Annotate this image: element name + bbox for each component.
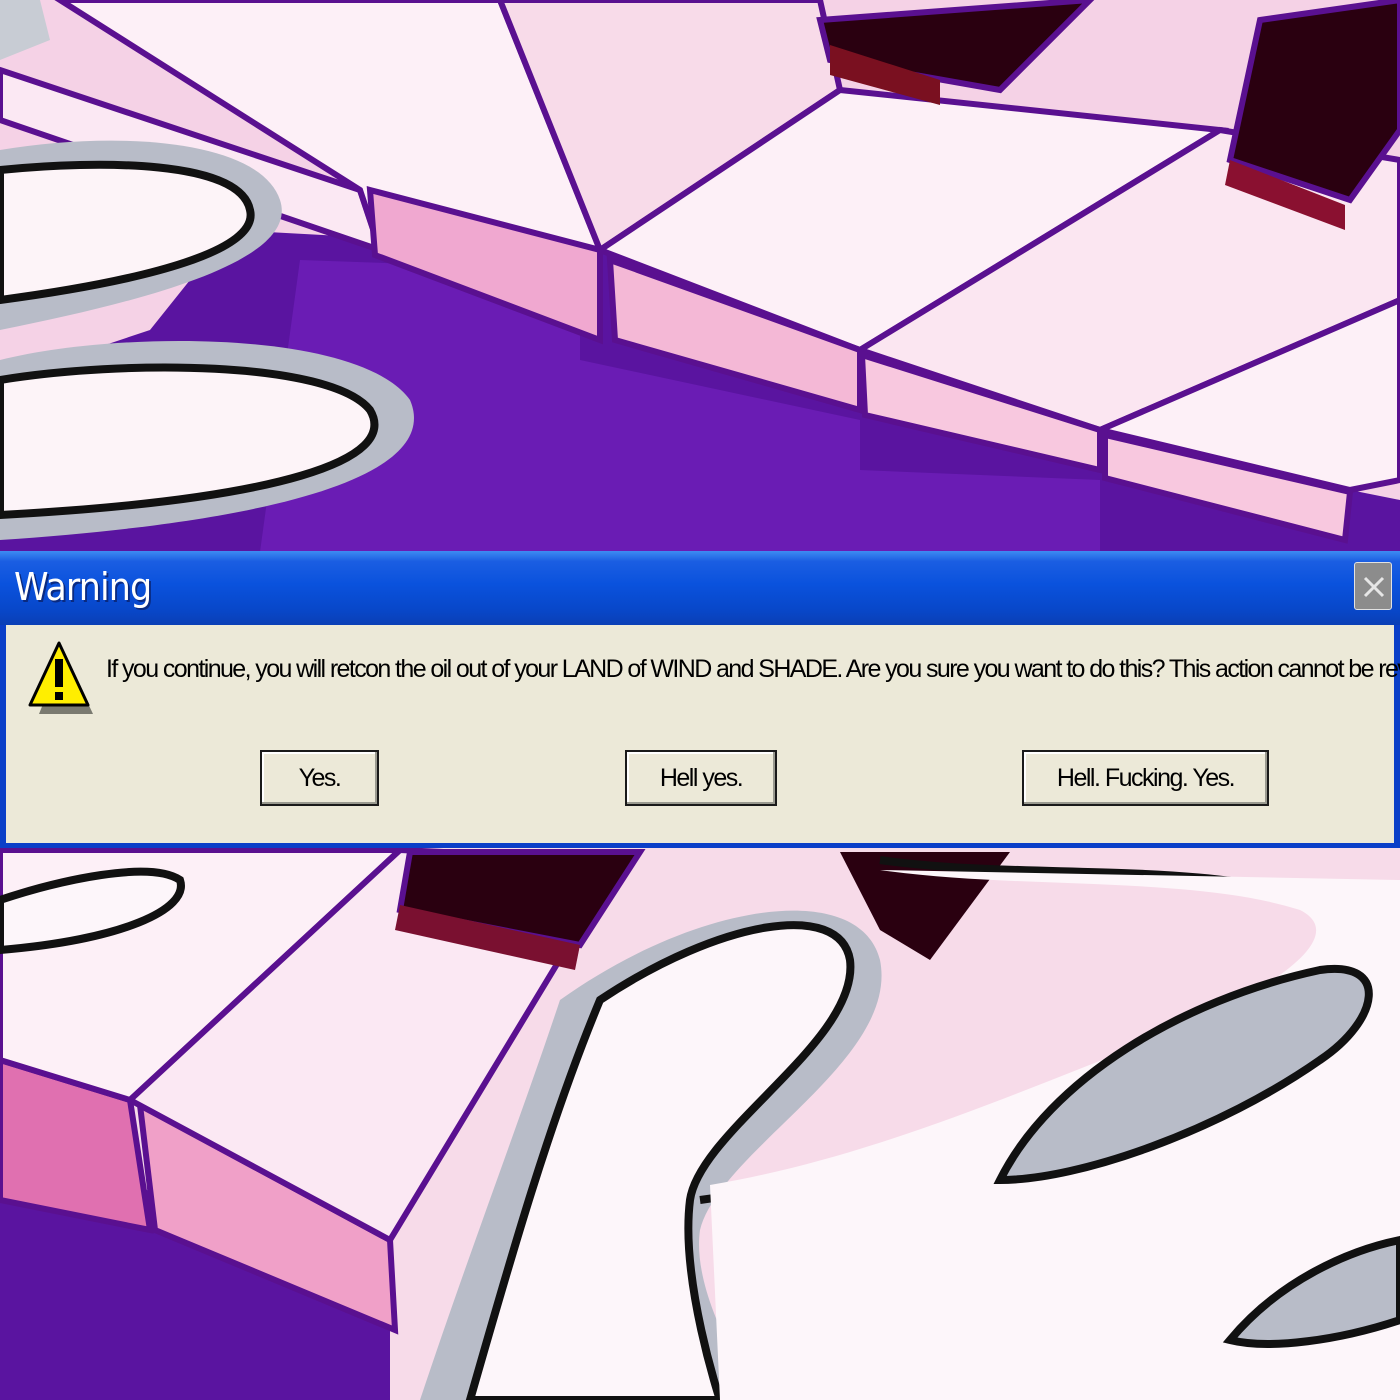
yes-button[interactable]: Yes. bbox=[260, 750, 379, 806]
dialog-title: Warning bbox=[14, 565, 152, 609]
close-button[interactable] bbox=[1354, 562, 1392, 610]
dialog-titlebar[interactable]: Warning bbox=[0, 551, 1400, 625]
warning-dialog: Warning If you continue, you will retcon… bbox=[0, 551, 1400, 848]
close-icon bbox=[1363, 576, 1385, 598]
hell-fucking-yes-button[interactable]: Hell. Fucking. Yes. bbox=[1022, 750, 1269, 806]
hell-yes-button[interactable]: Hell yes. bbox=[625, 750, 777, 806]
warning-triangle-icon bbox=[28, 641, 93, 714]
warning-message: If you continue, you will retcon the oil… bbox=[106, 655, 1400, 683]
dialog-body: If you continue, you will retcon the oil… bbox=[6, 625, 1400, 843]
